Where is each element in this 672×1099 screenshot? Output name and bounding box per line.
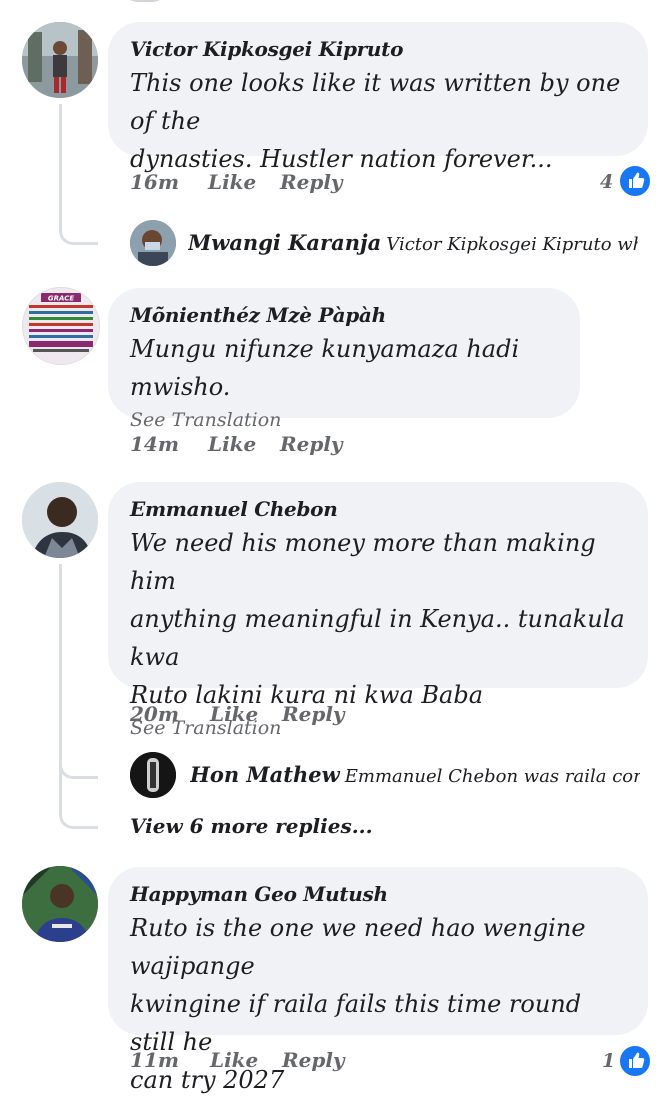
comment-time: 20m xyxy=(130,702,179,726)
avatar[interactable]: GRACE xyxy=(22,287,100,365)
reply-snippet: Victor Kipkosgei Kipruto where... xyxy=(386,234,638,255)
like-button[interactable]: Like xyxy=(210,702,258,726)
reply-preview[interactable]: Hon Mathew Emmanuel Chebon was raila con… xyxy=(190,762,640,787)
comment-line: anything meaningful in Kenya.. tunakula … xyxy=(130,605,625,671)
like-button[interactable]: Like xyxy=(208,170,256,194)
comment-time: 16m xyxy=(130,170,179,194)
avatar-sign-text: GRACE xyxy=(48,295,74,303)
comment-actions: 20m Like Reply xyxy=(130,702,530,732)
reply-button[interactable]: Reply xyxy=(280,432,343,456)
comment-bubble[interactable]: Happyman Geo Mutush Ruto is the one we n… xyxy=(108,867,648,1094)
thread-elbow xyxy=(59,746,98,779)
thread-elbow xyxy=(59,204,98,245)
comment-bubble[interactable]: Emmanuel Chebon We need his money more t… xyxy=(108,482,648,739)
reply-button[interactable]: Reply xyxy=(280,170,343,194)
reply-author[interactable]: Hon Mathew xyxy=(190,762,340,787)
comment-time: 11m xyxy=(130,1048,179,1072)
comment-author[interactable]: Happyman Geo Mutush xyxy=(130,881,626,907)
reply-author[interactable]: Mwangi Karanja xyxy=(188,230,381,255)
reply-avatar[interactable] xyxy=(130,220,176,266)
comment-bubble[interactable]: Mõnienthéz Mzè Pàpàh Mungu nifunze kunya… xyxy=(108,288,580,431)
comment-line: We need his money more than making him xyxy=(130,529,596,595)
reaction-count[interactable]: 4 xyxy=(600,171,613,193)
like-button[interactable]: Like xyxy=(210,1048,258,1072)
comment-actions: 14m Like Reply xyxy=(130,432,530,462)
comment-time: 14m xyxy=(130,432,179,456)
view-more-replies-link[interactable]: View 6 more replies... xyxy=(130,814,373,838)
like-reaction-icon[interactable] xyxy=(618,1044,652,1078)
comment-bubble[interactable]: Victor Kipkosgei Kipruto This one looks … xyxy=(108,22,648,173)
comment-author[interactable]: Victor Kipkosgei Kipruto xyxy=(130,36,626,62)
reply-button[interactable]: Reply xyxy=(282,702,345,726)
reply-avatar[interactable] xyxy=(130,752,176,798)
reply-button[interactable]: Reply xyxy=(282,1048,345,1072)
see-translation-link[interactable]: See Translation xyxy=(130,406,558,434)
avatar[interactable] xyxy=(22,866,98,942)
reply-preview[interactable]: Mwangi Karanja Victor Kipkosgei Kipruto … xyxy=(188,230,638,255)
reaction-count[interactable]: 1 xyxy=(602,1050,615,1072)
comment-text: We need his money more than making him a… xyxy=(130,524,626,714)
comment-line: Mungu nifunze kunyamaza hadi mwisho. xyxy=(130,335,520,401)
comment-author[interactable]: Mõnienthéz Mzè Pàpàh xyxy=(130,302,558,328)
like-button[interactable]: Like xyxy=(208,432,256,456)
comment-author[interactable]: Emmanuel Chebon xyxy=(130,496,626,522)
comment-actions: 11m Like Reply xyxy=(130,1048,530,1078)
avatar[interactable] xyxy=(22,22,98,98)
comment-line: This one looks like it was written by on… xyxy=(130,69,621,135)
comment-actions: 16m Like Reply xyxy=(130,170,650,200)
avatar[interactable] xyxy=(22,482,98,558)
avatar-partial xyxy=(122,0,168,2)
reply-snippet: Emmanuel Chebon was raila contesti... xyxy=(344,766,640,787)
comment-text: Mungu nifunze kunyamaza hadi mwisho. xyxy=(130,330,558,406)
like-reaction-icon[interactable] xyxy=(618,164,652,198)
comment-line: Ruto is the one we need hao wengine waji… xyxy=(130,914,586,980)
thread-elbow xyxy=(59,790,98,829)
comment-text: This one looks like it was written by on… xyxy=(130,64,626,178)
